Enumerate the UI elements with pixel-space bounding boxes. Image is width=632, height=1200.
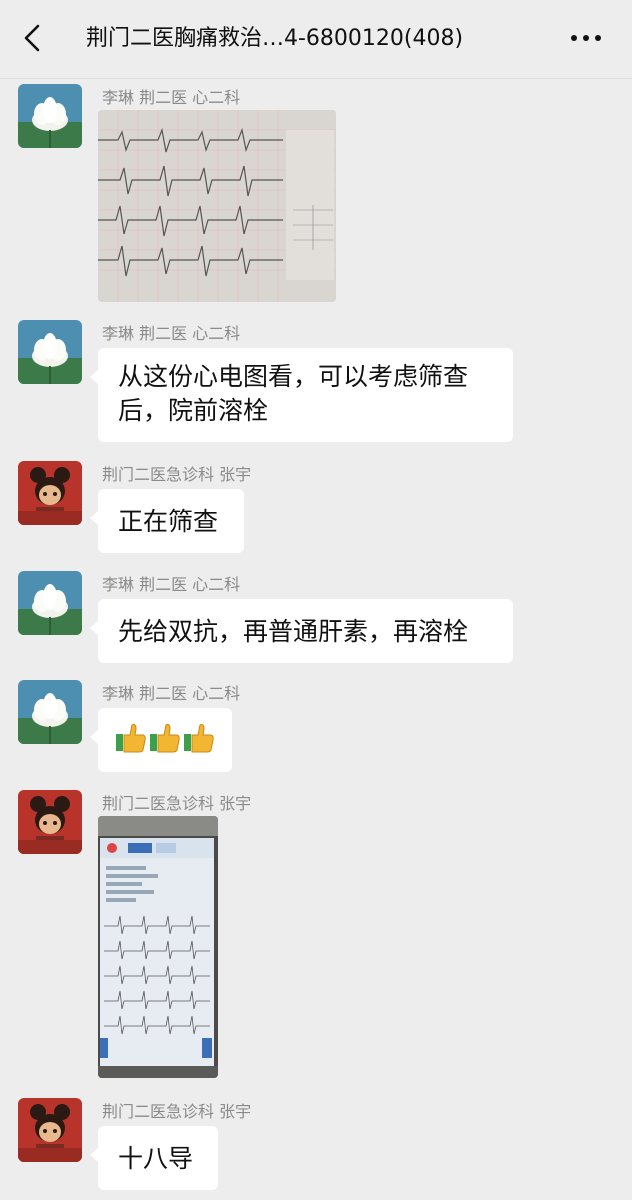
- avatar[interactable]: [18, 680, 82, 744]
- sender-name: 荆门二医急诊科 张宇: [102, 465, 252, 484]
- message-bubble[interactable]: 从这份心电图看，可以考虑筛查 后，院前溶栓: [90, 348, 513, 442]
- sender-name: 荆门二医急诊科 张宇: [102, 1102, 252, 1121]
- avatar[interactable]: [18, 790, 82, 854]
- chat-header: 荆门二医胸痛救治…4-6800120(408): [0, 0, 632, 79]
- avatar[interactable]: [18, 1098, 82, 1162]
- message-text-line: 后，院前溶栓: [118, 396, 269, 425]
- avatar[interactable]: [18, 84, 82, 148]
- chevron-left-icon: [24, 24, 40, 52]
- lotus-avatar-icon: [18, 680, 82, 744]
- avatar[interactable]: [18, 320, 82, 384]
- lotus-avatar-icon: [18, 84, 82, 148]
- message-item: 李琳 荆二医 心二科: [0, 680, 632, 774]
- message-text-line: 从这份心电图看，可以考虑筛查: [118, 362, 469, 391]
- ecg-monitor-screen-photo-icon: [98, 816, 218, 1078]
- message-text: 正在筛查: [118, 507, 219, 536]
- message-item: 荆门二医急诊科 张宇 正在筛查: [0, 461, 632, 555]
- sender-name: 李琳 荆二医 心二科: [102, 324, 241, 343]
- cartoon-girl-avatar-icon: [18, 461, 82, 525]
- message-item: 李琳 荆二医 心二科 从这份心电图看，可以考虑筛查 后，院前溶栓: [0, 320, 632, 444]
- message-bubble[interactable]: 十八导: [90, 1126, 218, 1190]
- avatar[interactable]: [18, 461, 82, 525]
- message-item: 李琳 荆二医 心二科 先给双抗，再普通肝素，再溶栓: [0, 571, 632, 665]
- cartoon-girl-avatar-icon: [18, 1098, 82, 1162]
- sender-name: 荆门二医急诊科 张宇: [102, 794, 252, 813]
- cartoon-girl-avatar-icon: [18, 790, 82, 854]
- message-item: 荆门二医急诊科 张宇 十八导: [0, 1098, 632, 1192]
- ecg-paper-photo-icon: [98, 110, 336, 302]
- message-bubble[interactable]: 正在筛查: [90, 489, 244, 553]
- message-bubble[interactable]: 先给双抗，再普通肝素，再溶栓: [90, 599, 513, 663]
- sender-name: 李琳 荆二医 心二科: [102, 684, 241, 703]
- chat-title: 荆门二医胸痛救治…4-6800120(408): [86, 26, 464, 51]
- message-text: 先给双抗，再普通肝素，再溶栓: [118, 617, 469, 646]
- message-text: 十八导: [118, 1144, 194, 1173]
- message-item: 李琳 荆二医 心二科: [0, 84, 632, 304]
- back-button[interactable]: [16, 22, 48, 54]
- lotus-avatar-icon: [18, 571, 82, 635]
- lotus-avatar-icon: [18, 320, 82, 384]
- thumbs-up-icon: [116, 724, 214, 753]
- message-item: 荆门二医急诊科 张宇: [0, 790, 632, 1084]
- ecg-paper-image[interactable]: [98, 110, 336, 302]
- avatar[interactable]: [18, 571, 82, 635]
- ecg-monitor-image[interactable]: [98, 816, 218, 1078]
- message-bubble[interactable]: [90, 708, 232, 772]
- sender-name: 李琳 荆二医 心二科: [102, 88, 241, 107]
- more-button[interactable]: [568, 22, 604, 54]
- more-horizontal-icon: [571, 35, 601, 41]
- sender-name: 李琳 荆二医 心二科: [102, 575, 241, 594]
